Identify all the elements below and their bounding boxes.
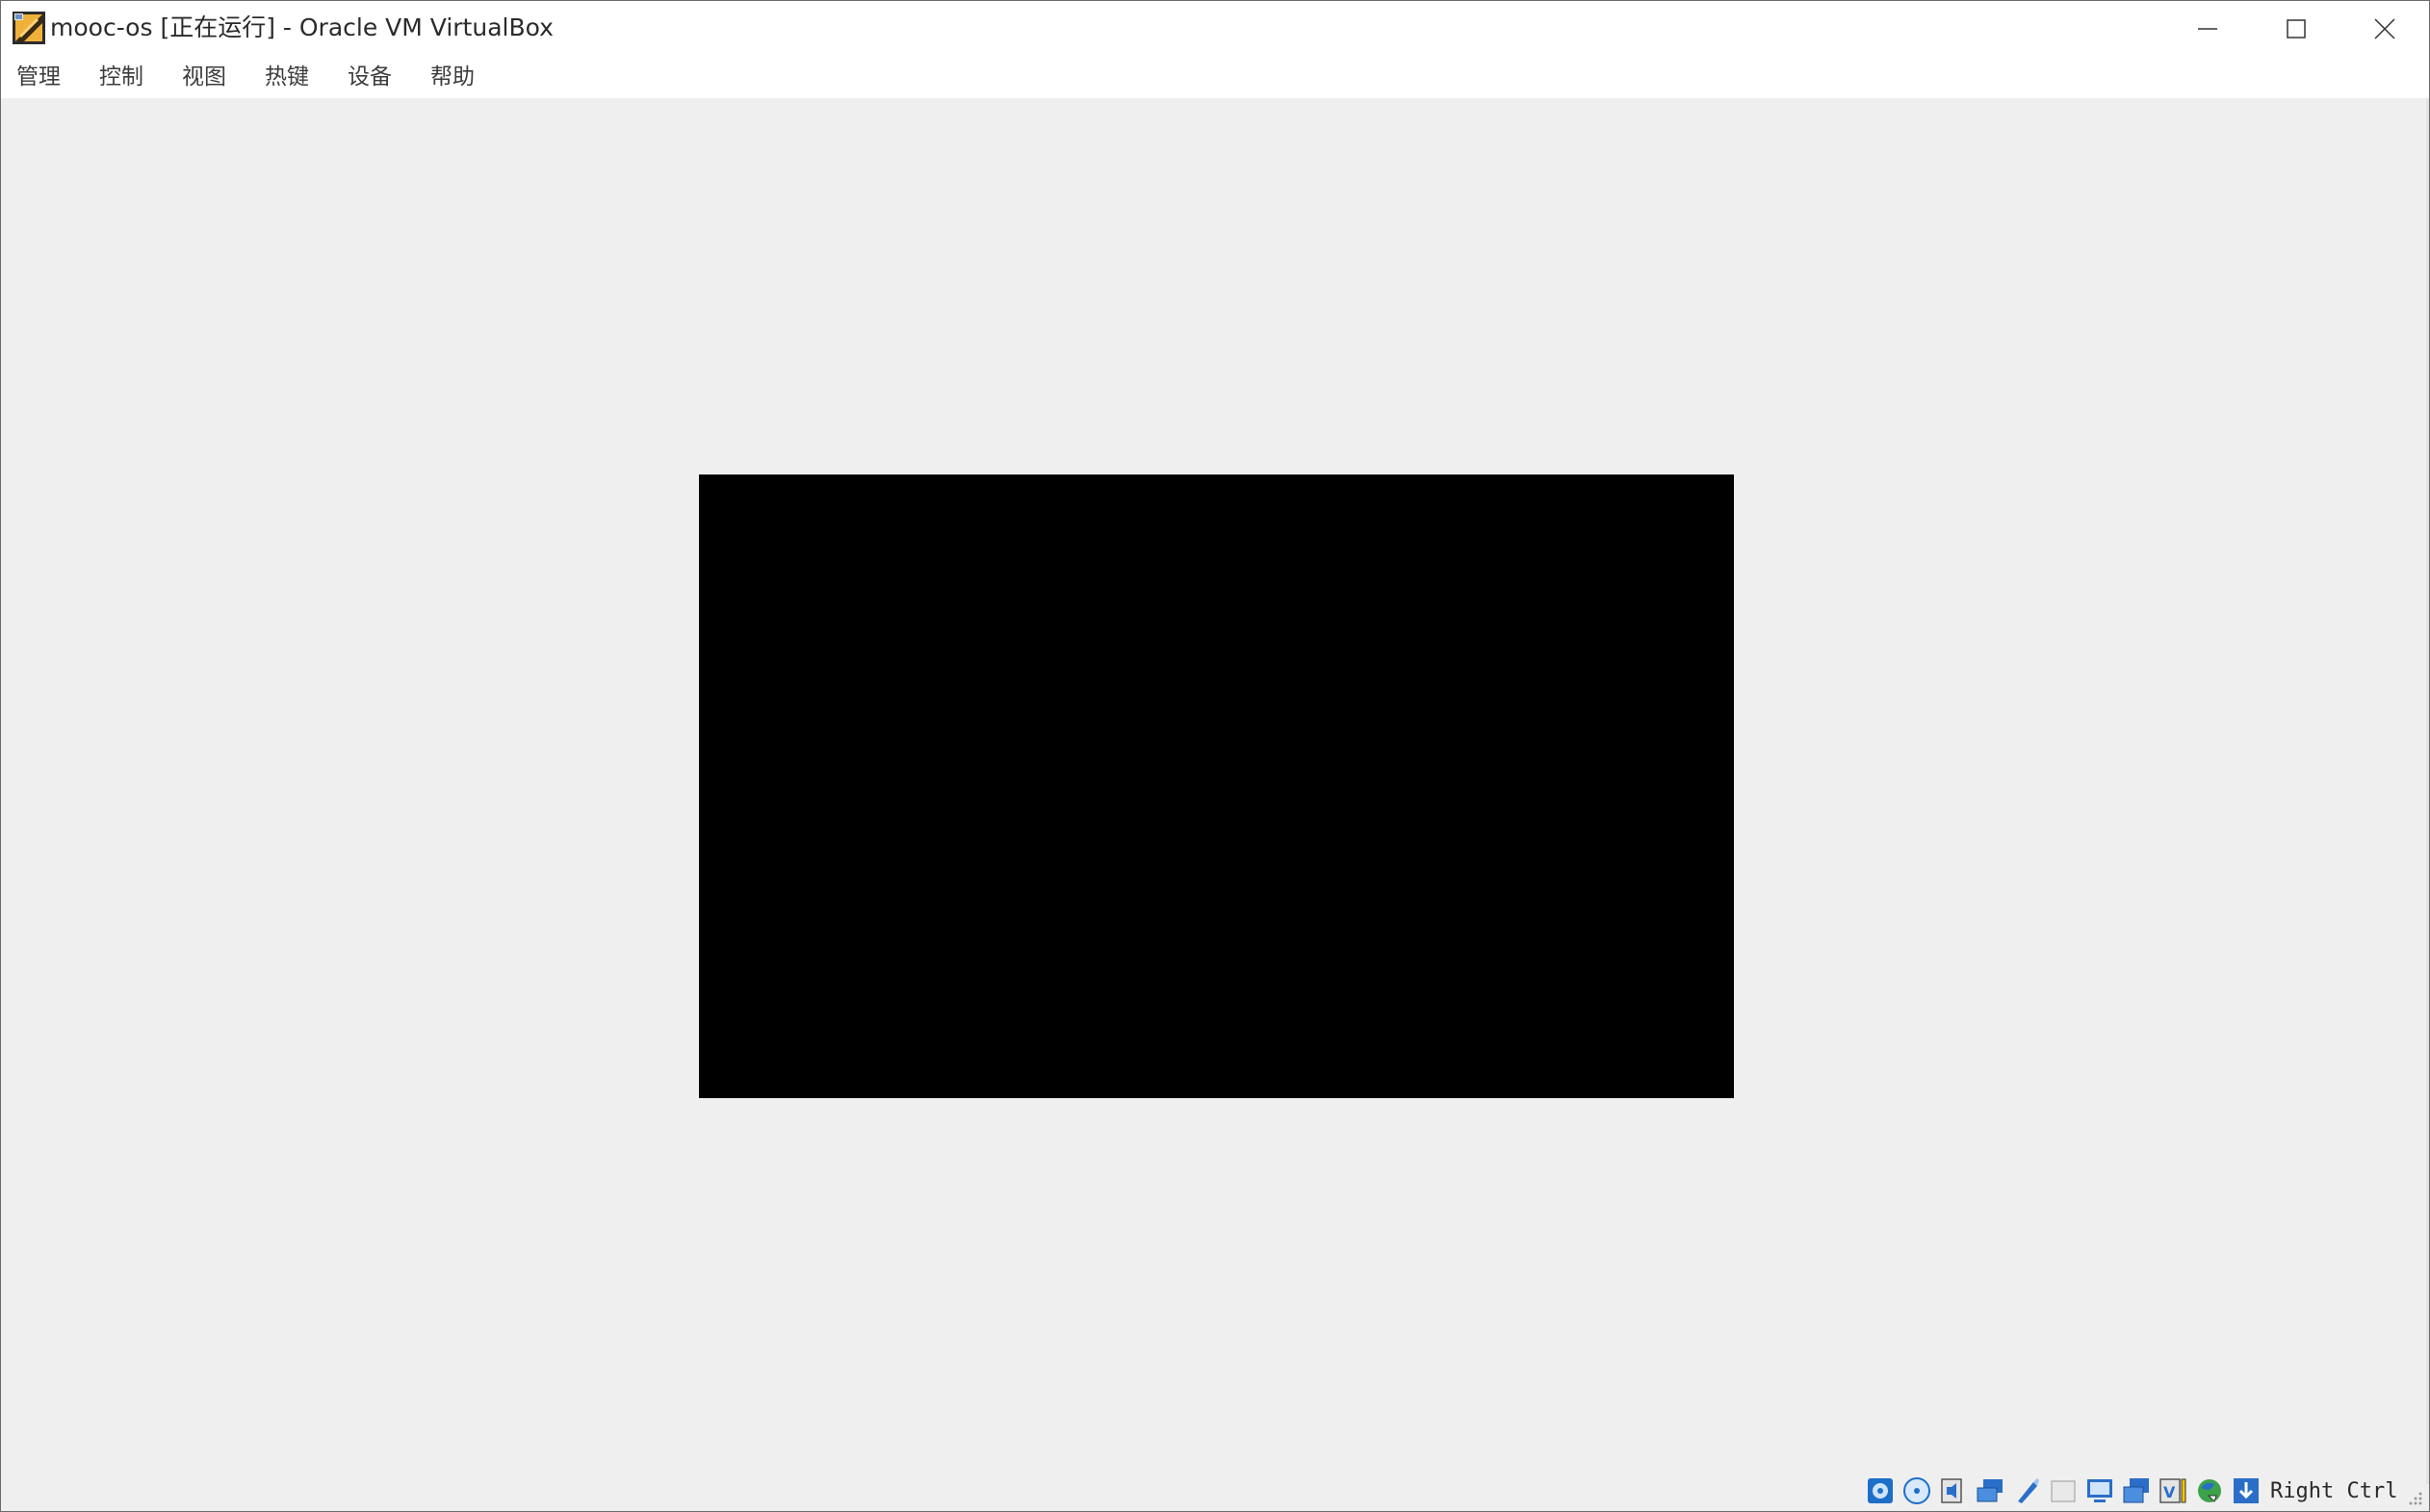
close-icon <box>2374 17 2395 39</box>
maximize-button[interactable] <box>2252 1 2340 56</box>
menu-bar: 管理 控制 视图 热键 设备 帮助 <box>1 56 2429 98</box>
virtualbox-icon[interactable] <box>13 12 45 44</box>
menu-devices[interactable]: 设备 <box>338 58 401 96</box>
shared-folders-icon[interactable] <box>2047 1474 2080 1507</box>
menu-manage[interactable]: 管理 <box>7 58 70 96</box>
keyboard-capture-icon[interactable] <box>2230 1474 2262 1507</box>
title-bar[interactable]: mooc-os [正在运行] - Oracle VM VirtualBox <box>1 1 2429 56</box>
virtualbox-vm-window: mooc-os [正在运行] - Oracle VM VirtualBox 管理… <box>0 0 2430 1512</box>
usb-icon[interactable] <box>2010 1474 2043 1507</box>
menu-view[interactable]: 视图 <box>172 58 236 96</box>
virtualization-icon[interactable]: V <box>2157 1474 2189 1507</box>
menu-hotkeys[interactable]: 热键 <box>255 58 319 96</box>
menu-control[interactable]: 控制 <box>90 58 153 96</box>
resize-grip-icon[interactable] <box>2406 1489 2423 1506</box>
menu-help[interactable]: 帮助 <box>421 58 484 96</box>
status-bar: V Right Ctrl <box>1864 1472 2397 1510</box>
maximize-icon <box>2287 18 2306 38</box>
optical-drive-icon[interactable] <box>1900 1474 1933 1507</box>
host-key-label[interactable]: Right Ctrl <box>2270 1479 2397 1503</box>
hard-disk-icon[interactable] <box>1864 1474 1897 1507</box>
network-icon[interactable] <box>1974 1474 2006 1507</box>
display-icon[interactable] <box>2083 1474 2116 1507</box>
video-capture-icon[interactable] <box>2120 1474 2153 1507</box>
window-edge <box>2426 98 2429 1484</box>
minimize-icon <box>2198 19 2217 38</box>
minimize-button[interactable] <box>2163 1 2252 56</box>
audio-icon[interactable] <box>1937 1474 1970 1507</box>
window-title: mooc-os [正在运行] - Oracle VM VirtualBox <box>50 13 554 41</box>
close-button[interactable] <box>2340 1 2429 56</box>
guest-display[interactable] <box>699 474 1734 1098</box>
mouse-integration-icon[interactable] <box>2193 1474 2226 1507</box>
svg-text:V: V <box>2163 1483 2176 1501</box>
